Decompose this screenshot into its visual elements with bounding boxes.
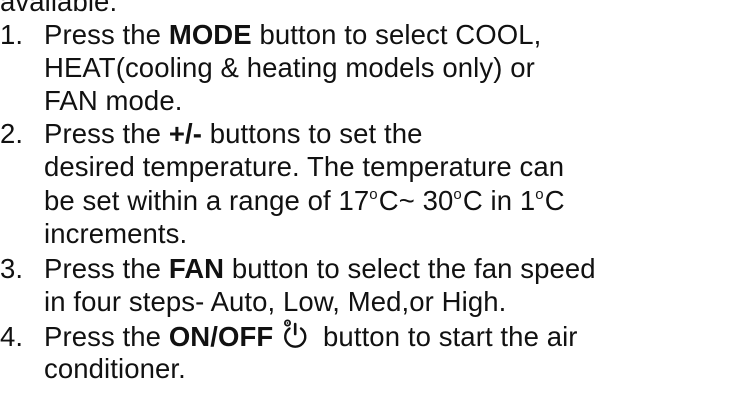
plus-minus-button-label: +/- (168, 118, 202, 149)
text: Press the (44, 19, 169, 50)
step-2-line-4: increments. (44, 218, 188, 249)
text: Press the (44, 253, 169, 284)
step-1-line-2: HEAT(cooling & heating models only) or (44, 52, 535, 83)
degree-symbol: o (453, 186, 462, 203)
step-1: 1. Press the MODE button to select COOL, (0, 18, 541, 51)
degree-symbol: o (535, 186, 544, 203)
text: C~ 30 (378, 185, 454, 216)
cut-off-line: available: (0, 0, 118, 17)
instruction-text: available: 1. Press the MODE button to se… (0, 0, 746, 396)
step-4: 4. Press the ON/OFF button to start the a… (0, 319, 578, 353)
text: button to select the fan speed (224, 253, 596, 284)
text: C (544, 185, 565, 216)
power-icon (279, 319, 311, 349)
text: Press the (44, 118, 169, 149)
fan-button-label: FAN (168, 253, 225, 284)
on-off-button-label: ON/OFF (168, 321, 274, 352)
text: button to select COOL, (251, 19, 542, 50)
text: button to start the air (315, 321, 578, 352)
step-3: 3. Press the FAN button to select the fan… (0, 252, 596, 285)
text: C in 1 (462, 185, 536, 216)
step-2-line-2: desired temperature. The temperature can (44, 151, 565, 182)
mode-button-label: MODE (168, 19, 252, 50)
step-number: 1. (0, 19, 24, 50)
text: Press the (44, 321, 169, 352)
step-2: 2. Press the +/- buttons to set the (0, 117, 423, 150)
step-number: 4. (0, 321, 24, 352)
text: be set within a range of 17 (44, 185, 370, 216)
step-number: 3. (0, 253, 24, 284)
step-number: 2. (0, 118, 24, 149)
degree-symbol: o (369, 186, 378, 203)
step-4-line-2: conditioner. (44, 353, 186, 384)
text: buttons to set the (201, 118, 423, 149)
step-1-line-3: FAN mode. (44, 85, 183, 116)
step-3-line-2: in four steps- Auto, Low, Med,or High. (44, 286, 507, 317)
